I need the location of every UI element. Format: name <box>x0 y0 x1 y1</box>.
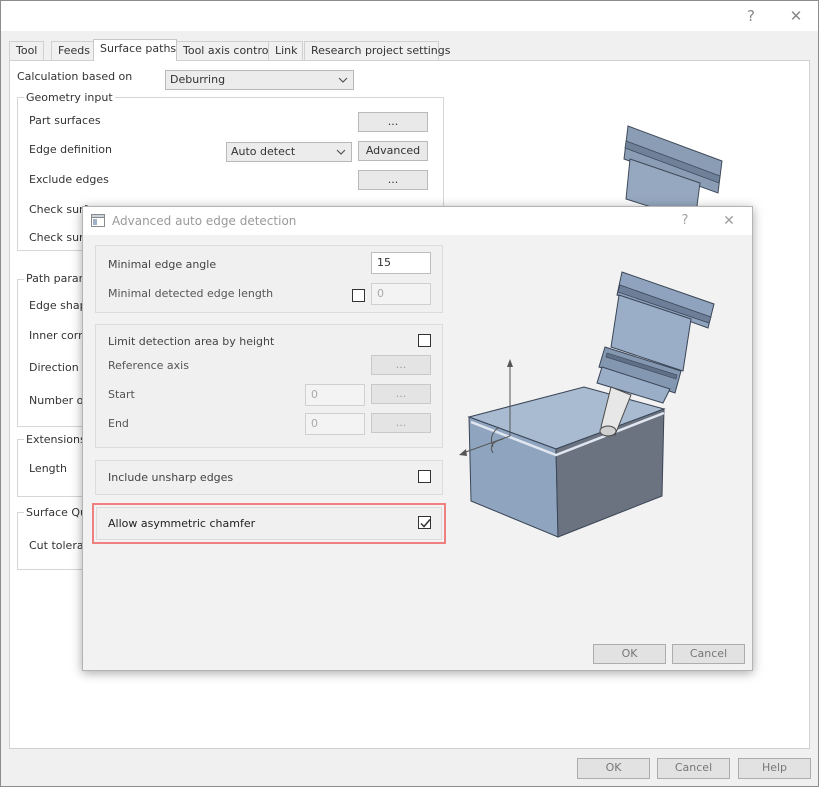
help-button[interactable]: ? <box>739 6 763 26</box>
edge-definition-value: Auto detect <box>231 145 296 158</box>
tab-surface-paths[interactable]: Surface paths <box>93 39 177 61</box>
calc-label: Calculation based on <box>17 70 133 83</box>
advanced-button[interactable]: Advanced <box>358 141 428 161</box>
start-button[interactable]: ... <box>371 384 431 404</box>
min-edge-angle-input[interactable]: 15 <box>371 252 431 274</box>
min-edge-angle-label: Minimal edge angle <box>108 258 217 271</box>
calc-combo[interactable]: Deburring <box>165 70 354 90</box>
geometry-group-title: Geometry input <box>24 91 115 104</box>
end-input[interactable]: 0 <box>305 413 365 435</box>
edge-definition-combo[interactable]: Auto detect <box>226 142 352 162</box>
start-input[interactable]: 0 <box>305 384 365 406</box>
exclude-edges-button[interactable]: ... <box>358 170 428 190</box>
end-label: End <box>108 417 129 430</box>
min-detected-length-input[interactable]: 0 <box>371 283 431 305</box>
limit-by-height-checkbox[interactable] <box>418 334 431 347</box>
reference-axis-button[interactable]: ... <box>371 355 431 375</box>
dialog-ok-button[interactable]: OK <box>593 644 666 664</box>
dialog-title-bar: Advanced auto edge detection ? ✕ <box>83 207 752 235</box>
min-detected-length-label: Minimal detected edge length <box>108 287 274 300</box>
allow-asymmetric-label: Allow asymmetric chamfer <box>108 517 256 530</box>
length-label: Length <box>29 462 67 475</box>
close-button[interactable]: ✕ <box>784 6 808 26</box>
tab-tool[interactable]: Tool <box>9 41 44 60</box>
advanced-edge-detection-dialog: Advanced auto edge detection ? ✕ Minimal… <box>82 206 753 671</box>
reference-axis-label: Reference axis <box>108 359 189 372</box>
deburring-illustration <box>459 271 715 538</box>
edge-definition-label: Edge definition <box>29 143 112 156</box>
limit-by-height-label: Limit detection area by height <box>108 335 275 348</box>
chevron-down-icon <box>338 77 348 83</box>
start-label: Start <box>108 388 135 401</box>
part-surfaces-label: Part surfaces <box>29 114 101 127</box>
title-bar: ? ✕ <box>1 1 818 31</box>
tab-tool-axis-control[interactable]: Tool axis control <box>176 41 272 60</box>
direction-label: Direction <box>29 361 79 374</box>
checkmark-icon <box>420 519 431 528</box>
min-detected-length-checkbox[interactable] <box>352 289 365 302</box>
ok-button[interactable]: OK <box>577 758 650 779</box>
chevron-down-icon <box>336 149 346 155</box>
cancel-button[interactable]: Cancel <box>657 758 730 779</box>
dialog-cancel-button[interactable]: Cancel <box>672 644 745 664</box>
dialog-help-button[interactable]: ? <box>673 211 697 231</box>
end-button[interactable]: ... <box>371 413 431 433</box>
part-surfaces-button[interactable]: ... <box>358 112 428 132</box>
window-app-icon <box>91 214 105 227</box>
allow-asymmetric-checkbox[interactable] <box>418 516 431 529</box>
tab-link[interactable]: Link <box>268 41 303 60</box>
exclude-edges-label: Exclude edges <box>29 173 109 186</box>
include-unsharp-label: Include unsharp edges <box>108 471 234 484</box>
dialog-close-button[interactable]: ✕ <box>717 211 741 231</box>
help-footer-button[interactable]: Help <box>738 758 811 779</box>
include-unsharp-checkbox[interactable] <box>418 470 431 483</box>
calc-combo-value: Deburring <box>170 73 226 86</box>
dialog-title: Advanced auto edge detection <box>112 214 297 228</box>
tab-feeds[interactable]: Feeds <box>51 41 94 60</box>
tab-research-project-settings[interactable]: Research project settings <box>304 41 451 60</box>
